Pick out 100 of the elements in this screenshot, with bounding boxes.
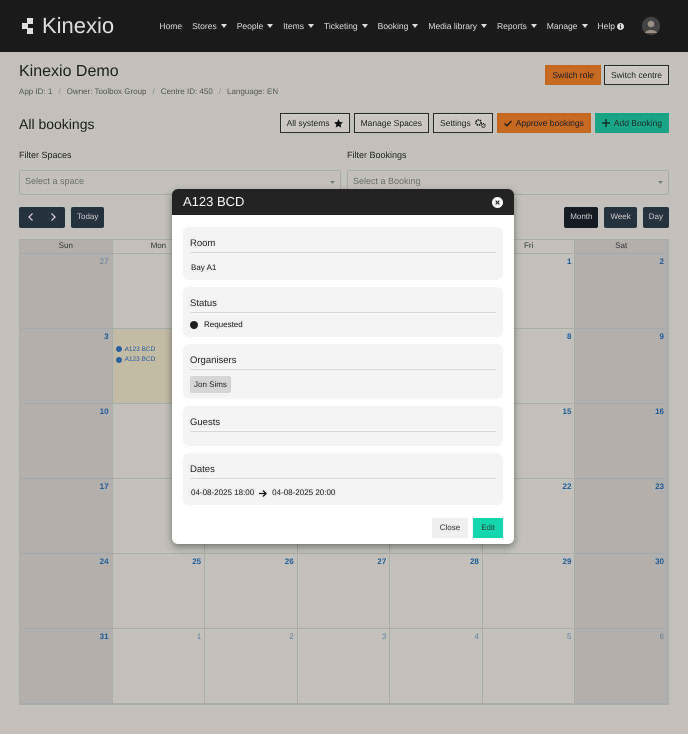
day-number: 10 [100,406,109,418]
day-number: 3 [104,332,109,342]
section-title: All bookings [19,115,94,134]
view-tab[interactable]: Day [642,206,669,228]
nav-link[interactable]: Stores [192,20,227,32]
dialog-button[interactable]: Edit [473,518,503,538]
room-value: Bay A1 [191,263,216,272]
logo-text: Kinexio [42,15,114,37]
caret-icon [658,180,663,184]
day-number: 22 [562,482,572,492]
switch-button[interactable]: Switch centre [604,65,669,85]
day-cell[interactable]: 23 [575,478,668,554]
arrow-right-icon [259,490,268,496]
day-cell[interactable]: 3 [298,628,390,704]
meta-item: Language: EN [227,86,278,98]
day-cell[interactable]: 26 [205,554,298,628]
end-date: 04-08-2025 20:00 [272,488,336,498]
day-cell[interactable]: 28 [390,554,483,628]
avatar-icon[interactable] [642,17,660,35]
day-number: 3 [382,632,386,642]
person-tag: Jon Sims [190,376,231,393]
toolbar-button[interactable]: Add Booking [594,113,669,133]
dialog-title: A123 BCD [183,193,244,212]
meta-item: Owner: Toolbox Group [66,86,146,98]
day-number: 2 [660,256,664,268]
day-number: 1 [196,632,202,642]
day-cell[interactable]: 2 [575,254,668,328]
caret-icon [330,180,335,184]
nav-link[interactable]: Home [159,20,182,32]
day-number: 28 [470,556,479,568]
nav-link[interactable]: People [236,20,274,32]
switch-button[interactable]: Switch role [545,65,601,85]
breadcrumb-separator: / [58,86,61,98]
filter-label: Filter Bookings [347,149,408,162]
filter-label: Filter Spaces [19,149,73,162]
plus-icon [602,119,610,127]
select-field[interactable]: Select a space [19,170,341,194]
day-number: 25 [192,556,202,568]
view-tab[interactable]: Month [564,206,598,228]
day-cell[interactable]: 4 [390,628,483,704]
day-number: 27 [100,256,109,268]
meta-item: Centre ID: 450 [160,86,213,98]
day-cell[interactable]: 25 [112,554,206,628]
day-number: 27 [377,556,386,568]
day-number: 5 [566,632,572,642]
status-text: Requested [204,320,243,330]
view-tab[interactable]: Week [604,206,637,228]
toolbar-button[interactable]: Approve bookings [496,113,591,133]
logo-icon [22,18,36,34]
nav-link[interactable]: Help [598,20,624,32]
gears-icon [474,118,486,128]
day-cell[interactable]: 3 [20,328,113,404]
day-cell[interactable]: 16 [575,404,668,478]
weekday-header: Sun [58,240,73,252]
select-field[interactable]: Select a Booking [347,170,669,194]
day-number: 31 [100,632,109,642]
day-number: 17 [100,482,109,492]
day-number: 29 [562,556,572,568]
close-icon[interactable] [492,196,503,208]
day-cell[interactable]: 9 [575,328,668,404]
breadcrumb-separator: / [218,86,221,98]
day-cell[interactable]: 17 [20,478,113,554]
card-heading: Status [190,298,217,309]
breadcrumb-separator: / [152,86,155,98]
day-cell[interactable]: 31 [20,628,113,704]
nav-link[interactable]: Ticketing [324,20,368,32]
day-number: 6 [660,632,664,642]
day-cell[interactable]: 27 [298,554,390,628]
nav-link[interactable]: Booking [378,20,418,32]
toolbar-button[interactable]: Manage Spaces [354,113,430,133]
nav-link[interactable]: Reports [497,20,537,32]
day-cell[interactable]: 30 [575,554,668,628]
day-number: 23 [655,482,664,492]
toolbar-button[interactable]: Settings [433,113,493,133]
day-cell[interactable]: 10 [20,404,113,478]
weekday-header: Sat [615,240,628,252]
day-number: 15 [562,406,572,418]
day-number: 16 [655,406,664,418]
day-number: 9 [660,332,664,342]
day-number: 26 [284,556,294,568]
dialog-button[interactable]: Close [432,518,468,538]
toolbar-button[interactable]: All systems [280,113,350,133]
chevron-right-icon [51,213,56,221]
day-cell[interactable]: 24 [20,554,113,628]
page-title: Kinexio Demo [19,62,120,82]
weekday-header: Mon [150,240,166,252]
card-heading: Dates [190,464,215,475]
chevron-left-icon [28,213,33,221]
weekday-header: Fri [524,240,534,252]
day-cell[interactable]: 29 [482,554,576,628]
nav-link[interactable]: Manage [546,20,588,32]
nav-link[interactable]: Media library [428,20,488,32]
day-number: 4 [474,632,479,642]
day-cell[interactable]: 2 [205,628,298,704]
day-number: 1 [566,256,572,268]
star-icon [334,118,343,128]
today-button[interactable]: Today [71,206,104,228]
nav-link[interactable]: Items [283,20,314,32]
day-cell[interactable]: 1 [112,628,206,704]
day-cell[interactable]: 5 [482,628,576,704]
